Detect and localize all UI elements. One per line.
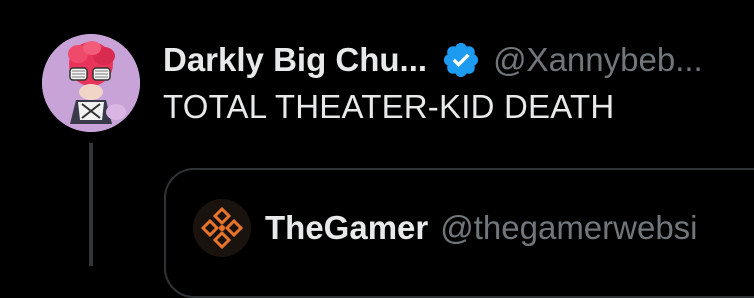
quoted-author-handle[interactable]: @thegamerwebsi — [440, 209, 697, 247]
thegamer-logo-icon[interactable] — [193, 199, 251, 257]
tweet[interactable]: Darkly Big Chu... @Xannybeb... TOTAL THE… — [0, 0, 754, 298]
author-handle[interactable]: @Xannybeb... — [493, 41, 703, 79]
tweet-text: TOTAL THEATER-KID DEATH — [163, 88, 615, 125]
thread-connector-line — [89, 143, 93, 266]
author-display-name[interactable]: Darkly Big Chu... — [163, 41, 427, 79]
quoted-author-display-name[interactable]: TheGamer — [265, 209, 428, 247]
author-avatar[interactable] — [42, 34, 140, 132]
verified-badge-icon[interactable] — [441, 40, 481, 80]
quoted-tweet-header: TheGamer @thegamerwebsi — [193, 199, 698, 257]
tweet-header: Darkly Big Chu... @Xannybeb... — [163, 36, 703, 84]
avatar-image — [42, 34, 140, 132]
